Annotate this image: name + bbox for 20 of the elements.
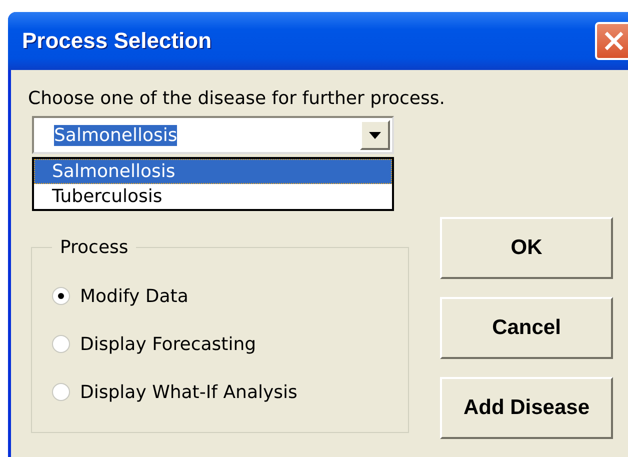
- dialog-button[interactable]: OK: [440, 217, 613, 279]
- close-icon: [603, 30, 625, 52]
- window-title: Process Selection: [22, 28, 213, 54]
- close-button[interactable]: [595, 22, 628, 60]
- prompt-text: Choose one of the disease for further process.: [28, 88, 446, 111]
- radio-label[interactable]: Modify Data: [80, 286, 188, 306]
- radio-button[interactable]: [52, 335, 70, 353]
- disease-combo-box[interactable]: Salmonellosis: [32, 116, 394, 154]
- combo-value: Salmonellosis: [54, 124, 178, 146]
- radio-button[interactable]: [52, 287, 70, 305]
- group-title: Process: [59, 237, 130, 258]
- dropdown-button[interactable]: [360, 120, 390, 150]
- radio-button[interactable]: [52, 383, 70, 401]
- dropdown-option[interactable]: Tuberculosis: [34, 184, 392, 209]
- caret-icon: [369, 132, 381, 138]
- dialog-button[interactable]: Add Disease: [440, 377, 613, 439]
- radio-label[interactable]: Display Forecasting: [80, 334, 256, 354]
- radio-label[interactable]: Display What-If Analysis: [80, 382, 298, 402]
- dropdown-option[interactable]: Salmonellosis: [34, 159, 392, 184]
- dialog-button[interactable]: Cancel: [440, 297, 613, 359]
